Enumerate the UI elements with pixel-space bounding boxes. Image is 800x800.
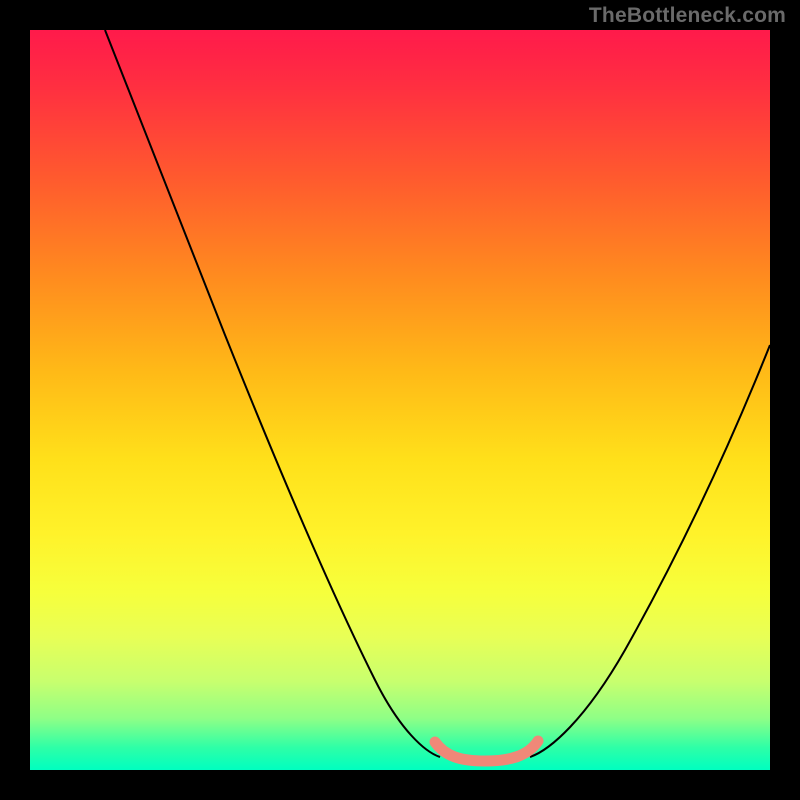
bottleneck-curve-right <box>530 345 770 757</box>
chart-frame: TheBottleneck.com <box>0 0 800 800</box>
chart-overlay <box>30 30 770 770</box>
bottleneck-curve-left <box>105 30 440 757</box>
valley-marker <box>435 741 538 761</box>
watermark-text: TheBottleneck.com <box>589 4 786 28</box>
plot-area <box>30 30 770 770</box>
